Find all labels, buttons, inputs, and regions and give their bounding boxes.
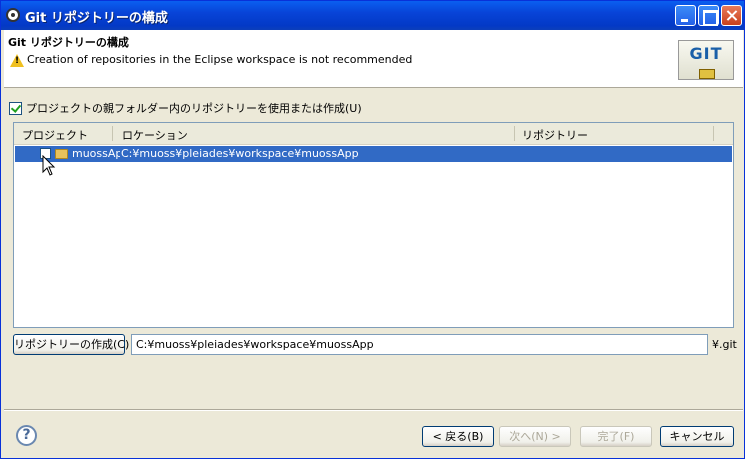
column-separator[interactable] bbox=[713, 126, 714, 141]
eclipse-icon bbox=[6, 8, 20, 22]
close-button[interactable] bbox=[721, 5, 742, 26]
cancel-button[interactable]: キャンセル bbox=[660, 426, 734, 447]
wizard-header: Git リポジトリーの構成 Creation of repositories i… bbox=[4, 30, 743, 88]
minimize-button[interactable] bbox=[675, 5, 696, 26]
title-bar[interactable]: Git リポジトリーの構成 bbox=[1, 1, 744, 30]
project-table[interactable]: プロジェクト ロケーション リポジトリー muossApp C:¥muoss¥p… bbox=[13, 122, 734, 328]
column-separator[interactable] bbox=[514, 126, 515, 141]
project-folder-icon bbox=[55, 149, 68, 159]
git-logo: GIT bbox=[678, 40, 734, 80]
cell-location: C:¥muoss¥pleiades¥workspace¥muossApp bbox=[121, 147, 359, 160]
column-separator[interactable] bbox=[112, 126, 113, 141]
dialog-window: Git リポジトリーの構成 Git リポジトリーの構成 Creation of … bbox=[0, 0, 745, 459]
window-title: Git リポジトリーの構成 bbox=[25, 11, 168, 26]
table-header: プロジェクト ロケーション リポジトリー bbox=[14, 123, 733, 145]
header-message: Creation of repositories in the Eclipse … bbox=[27, 53, 413, 66]
cell-project: muossApp bbox=[72, 147, 120, 160]
page-title: Git リポジトリーの構成 bbox=[8, 36, 129, 49]
use-parent-folder-option[interactable]: プロジェクトの親フォルダー内のリポジトリーを使用または作成(U) bbox=[9, 101, 362, 115]
table-row[interactable]: muossApp C:¥muoss¥pleiades¥workspace¥muo… bbox=[15, 146, 732, 162]
column-header-location[interactable]: ロケーション bbox=[122, 127, 188, 143]
help-icon[interactable]: ? bbox=[16, 425, 37, 446]
repository-path-field[interactable]: C:¥muoss¥pleiades¥workspace¥muossApp bbox=[131, 334, 708, 355]
warning-icon bbox=[10, 54, 24, 67]
column-header-repository[interactable]: リポジトリー bbox=[522, 127, 588, 143]
back-button[interactable]: < 戻る(B) bbox=[422, 426, 494, 447]
use-parent-folder-label: プロジェクトの親フォルダー内のリポジトリーを使用または作成(U) bbox=[26, 102, 362, 115]
finish-button[interactable]: 完了(F) bbox=[580, 426, 652, 447]
maximize-button[interactable] bbox=[698, 5, 719, 26]
next-button[interactable]: 次へ(N) > bbox=[499, 426, 571, 447]
footer-divider bbox=[4, 409, 743, 411]
use-parent-folder-checkbox[interactable] bbox=[9, 101, 22, 115]
git-suffix-label: ¥.git bbox=[712, 338, 737, 351]
create-repository-button[interactable]: リポジトリーの作成(C) bbox=[13, 334, 129, 355]
column-header-project[interactable]: プロジェクト bbox=[22, 127, 88, 143]
